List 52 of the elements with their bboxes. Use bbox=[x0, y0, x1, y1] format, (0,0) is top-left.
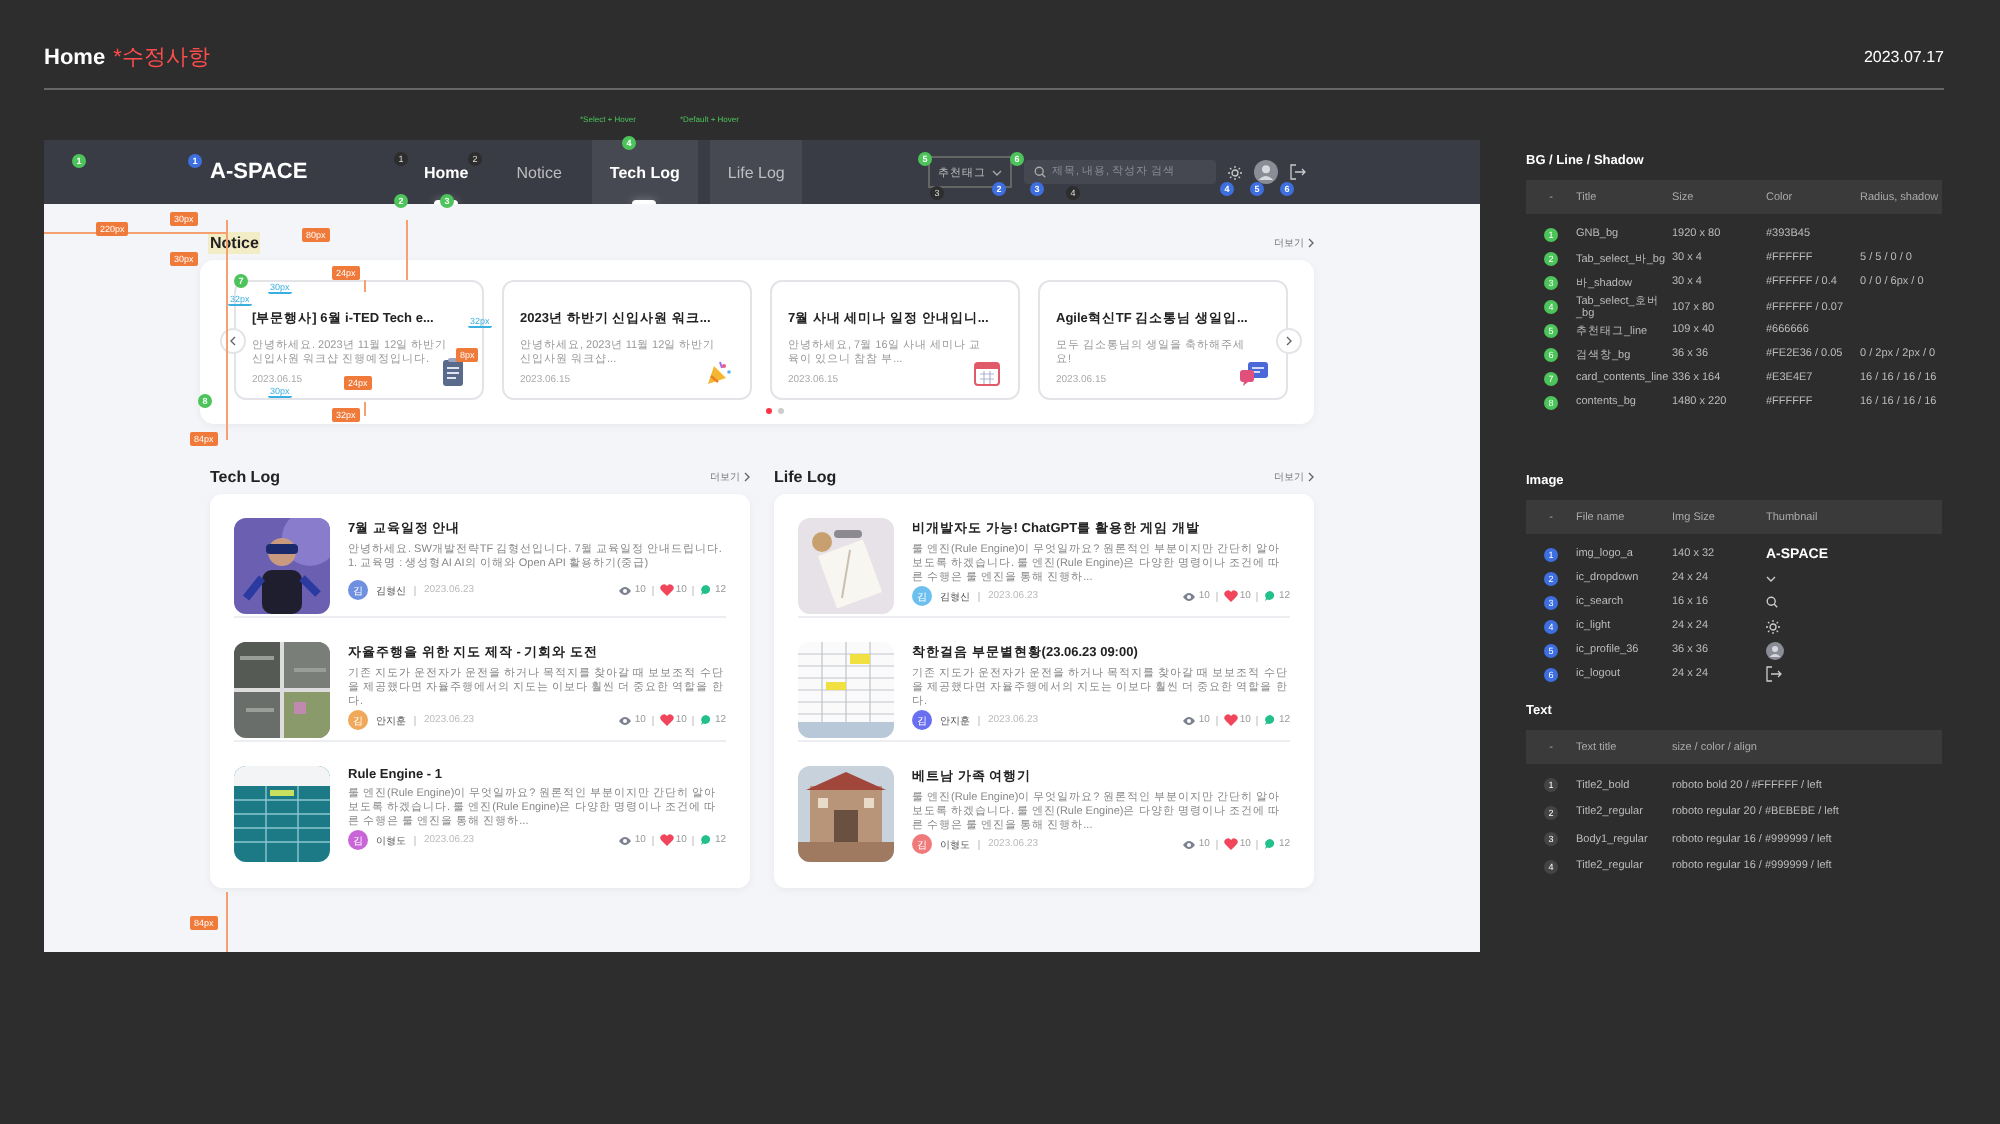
logout-button[interactable] bbox=[1290, 164, 1306, 180]
search-icon bbox=[1766, 596, 1778, 608]
section-title: Tech Log bbox=[210, 467, 280, 485]
chat-bubble-icon bbox=[1264, 590, 1277, 603]
chevron-right-icon bbox=[1308, 471, 1314, 481]
chevron-right-icon bbox=[1308, 237, 1314, 247]
chevron-down-icon bbox=[992, 169, 1002, 175]
heart-icon bbox=[659, 834, 674, 847]
eye-icon bbox=[1182, 715, 1197, 726]
sun-icon bbox=[1766, 619, 1780, 633]
section-title: Notice bbox=[208, 231, 261, 253]
chat-bubble-icon bbox=[1264, 838, 1277, 851]
nav-tab[interactable]: Life Log bbox=[709, 140, 803, 204]
chat-bubble-icon bbox=[700, 834, 713, 847]
eye-icon bbox=[618, 835, 633, 846]
logout-icon bbox=[1766, 666, 1782, 682]
chevron-right-icon bbox=[744, 471, 750, 481]
eye-icon bbox=[618, 585, 633, 595]
sun-icon bbox=[1228, 165, 1242, 179]
chevron-left-icon bbox=[230, 336, 236, 346]
chat-bubble-icon bbox=[1264, 714, 1277, 727]
theme-button[interactable] bbox=[1228, 165, 1242, 179]
party-popper-icon bbox=[706, 360, 732, 386]
page-dot[interactable] bbox=[765, 408, 771, 414]
logout-icon bbox=[1290, 164, 1306, 180]
chat-bubble-icon bbox=[700, 714, 713, 727]
profile-icon bbox=[1766, 641, 1784, 659]
date-label: 2023.07.17 bbox=[1863, 47, 1944, 65]
eye-icon bbox=[1182, 591, 1197, 602]
heart-icon bbox=[1223, 838, 1238, 851]
heart-icon bbox=[1223, 714, 1238, 727]
calendar-icon bbox=[974, 360, 1000, 386]
chevron-down-icon bbox=[1766, 575, 1776, 581]
section-title: Life Log bbox=[774, 467, 837, 485]
profile-button[interactable] bbox=[1254, 160, 1278, 184]
profile-icon bbox=[1254, 160, 1278, 184]
logo[interactable]: A-SPACE bbox=[210, 160, 406, 184]
previous-button[interactable] bbox=[220, 328, 246, 354]
search-icon bbox=[1034, 166, 1046, 178]
next-button[interactable] bbox=[1276, 328, 1302, 354]
page-title: Home *수정사항 bbox=[44, 43, 210, 71]
heart-icon bbox=[659, 714, 674, 727]
document-icon bbox=[442, 358, 464, 386]
page-dot[interactable] bbox=[777, 408, 783, 414]
eye-icon bbox=[618, 715, 633, 726]
heart-icon bbox=[1223, 590, 1238, 603]
chat-icon bbox=[1240, 362, 1268, 386]
chevron-right-icon bbox=[1286, 336, 1292, 346]
eye-icon bbox=[1182, 839, 1197, 850]
heart-icon bbox=[659, 584, 674, 596]
chat-bubble-icon bbox=[700, 584, 713, 596]
nav-tab[interactable]: Notice bbox=[498, 140, 580, 204]
